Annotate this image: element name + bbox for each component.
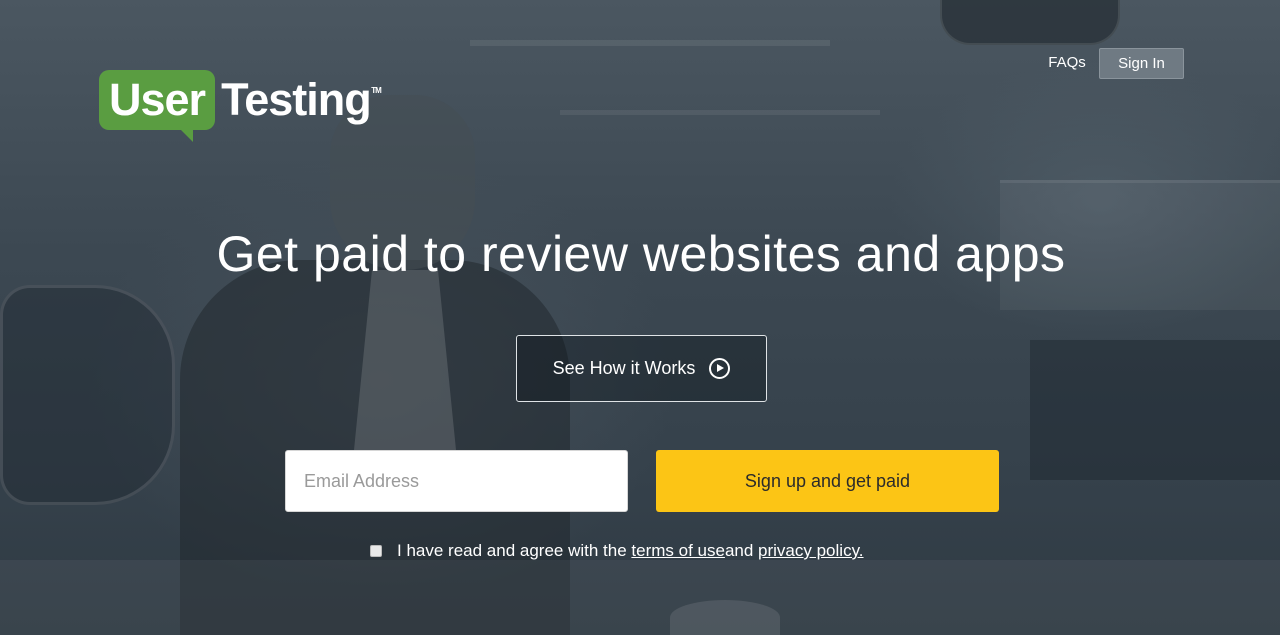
see-how-it-works-button[interactable]: See How it Works <box>516 335 767 402</box>
privacy-policy-link[interactable]: privacy policy. <box>758 541 864 561</box>
page-headline: Get paid to review websites and apps <box>216 226 1066 282</box>
logo-trademark: TM <box>371 86 382 95</box>
logo-testing-text: Testing TM <box>221 74 382 126</box>
terms-of-use-link[interactable]: terms of use <box>631 541 725 561</box>
terms-prefix: I have read and agree with the <box>397 541 632 560</box>
sign-in-button[interactable]: Sign In <box>1099 48 1184 79</box>
terms-checkbox[interactable] <box>370 545 382 557</box>
play-circle-icon <box>709 358 731 379</box>
usertesting-logo[interactable]: User Testing TM <box>99 68 382 142</box>
terms-agreement: I have read and agree with the terms of … <box>370 540 864 562</box>
terms-middle: and <box>724 541 759 560</box>
see-how-label: See How it Works <box>552 358 696 378</box>
logo-testing-label: Testing <box>221 74 372 125</box>
nav-faqs-link[interactable]: FAQs <box>1042 52 1092 74</box>
page-overlay: User Testing TM FAQs Sign In Get paid to … <box>0 0 1280 635</box>
sign-up-button[interactable]: Sign up and get paid <box>656 450 999 512</box>
email-field[interactable] <box>285 450 628 512</box>
logo-user-badge: User <box>99 70 216 142</box>
